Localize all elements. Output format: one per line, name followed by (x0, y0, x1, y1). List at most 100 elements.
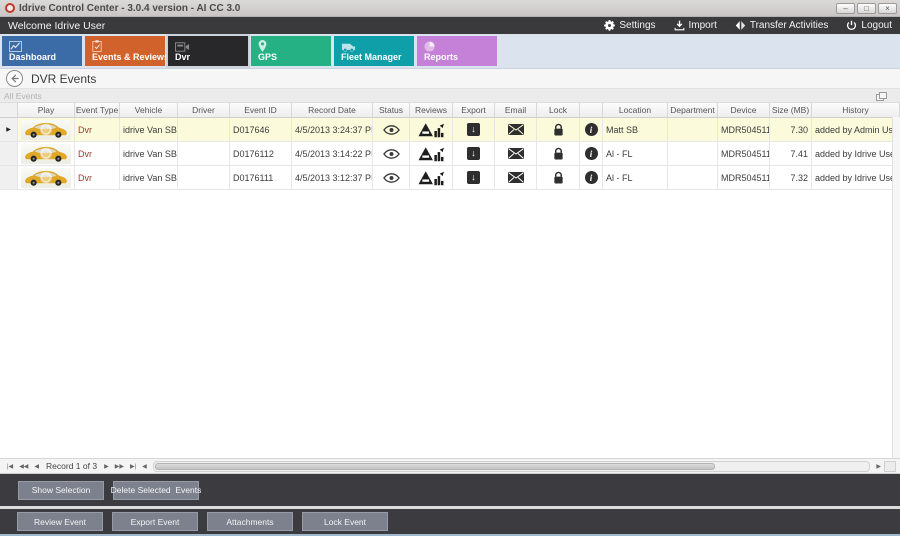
column-header-reviews[interactable]: Reviews (410, 103, 453, 117)
back-button[interactable] (6, 70, 23, 87)
next-record-button[interactable]: ▶ (101, 463, 112, 470)
table-row[interactable]: Dvr idrive Van SB D0176111 4/5/2013 3:12… (0, 166, 900, 190)
column-header-driver[interactable]: Driver (178, 103, 230, 117)
attachments-button[interactable]: Attachments (207, 512, 293, 531)
envelope-icon (508, 148, 524, 159)
horizontal-scrollbar-thumb[interactable] (155, 463, 715, 470)
column-header-lock[interactable]: Lock (537, 103, 580, 117)
vertical-scrollbar[interactable] (892, 117, 900, 458)
column-header-location[interactable]: Location (603, 103, 668, 117)
vehicle-cell: idrive Van SB (120, 118, 178, 141)
reviews-cell[interactable] (410, 142, 453, 165)
prev-page-button[interactable]: ◀◀ (16, 463, 31, 470)
record-navigator: |◀ ◀◀ ◀ Record 1 of 3 ▶ ▶▶ ▶| ◀ ▶ (0, 458, 900, 474)
info-cell[interactable]: i (580, 166, 603, 189)
status-cell[interactable] (373, 166, 410, 189)
padlock-icon (553, 171, 564, 184)
tab-fleet-manager[interactable]: Fleet Manager (334, 36, 414, 66)
column-header-record-date[interactable]: Record Date (292, 103, 373, 117)
vehicle-video-thumbnail[interactable] (21, 120, 71, 140)
review-event-button[interactable]: Review Event (17, 512, 103, 531)
selection-action-panel: Show Selection Delete Selected Events (0, 474, 900, 506)
tab-gps[interactable]: GPS (251, 36, 331, 66)
play-cell[interactable] (18, 166, 75, 189)
transfer-arrows-icon (735, 20, 746, 31)
download-icon: ↓ (467, 147, 480, 160)
lock-cell[interactable] (537, 166, 580, 189)
delete-selected-events-button[interactable]: Delete Selected Events (113, 481, 199, 500)
maximize-button[interactable]: □ (857, 3, 876, 14)
column-header-vehicle[interactable]: Vehicle (120, 103, 178, 117)
eye-icon (383, 149, 400, 159)
van-icon (341, 39, 414, 51)
download-icon: ↓ (467, 171, 480, 184)
tab-label: Dashboard (9, 52, 56, 62)
column-header-size[interactable]: Size (MB) (770, 103, 812, 117)
scrollbar-corner (884, 461, 896, 472)
minimize-button[interactable]: – (836, 3, 855, 14)
vehicle-video-thumbnail[interactable] (21, 144, 71, 164)
status-cell[interactable] (373, 142, 410, 165)
tab-label: Events & Reviews (92, 52, 169, 62)
close-button[interactable]: × (878, 3, 897, 14)
column-header-device[interactable]: Device (718, 103, 770, 117)
next-page-button[interactable]: ▶▶ (112, 463, 127, 470)
column-header-play[interactable]: Play (18, 103, 75, 117)
info-icon: i (585, 123, 598, 136)
export-grid-icon[interactable] (876, 92, 886, 100)
email-cell[interactable] (495, 166, 537, 189)
department-cell (668, 166, 718, 189)
scroll-left-arrow[interactable]: ◀ (139, 463, 150, 470)
export-cell[interactable]: ↓ (453, 118, 495, 141)
column-header-event-type[interactable]: Event Type (75, 103, 120, 117)
horizontal-scrollbar[interactable] (153, 461, 871, 472)
event-type-cell: Dvr (75, 142, 120, 165)
info-cell[interactable]: i (580, 142, 603, 165)
column-header-event-id[interactable]: Event ID (230, 103, 292, 117)
column-header-department[interactable]: Department (668, 103, 718, 117)
export-event-button[interactable]: Export Event (112, 512, 198, 531)
driver-cell (178, 142, 230, 165)
welcome-text: Welcome Idrive User (8, 20, 604, 32)
column-header-status[interactable]: Status (373, 103, 410, 117)
show-selection-button[interactable]: Show Selection (18, 481, 104, 500)
review-score-icon (418, 146, 445, 162)
logout-button[interactable]: Logout (846, 20, 892, 31)
email-cell[interactable] (495, 118, 537, 141)
lock-event-button[interactable]: Lock Event (302, 512, 388, 531)
transfer-activities-button[interactable]: Transfer Activities (735, 20, 829, 31)
reviews-cell[interactable] (410, 118, 453, 141)
settings-button[interactable]: Settings (604, 20, 655, 31)
scroll-right-arrow[interactable]: ▶ (873, 463, 884, 470)
status-cell[interactable] (373, 118, 410, 141)
first-record-button[interactable]: |◀ (4, 463, 16, 470)
column-header-export[interactable]: Export (453, 103, 495, 117)
tab-reports[interactable]: Reports (417, 36, 497, 66)
lock-cell[interactable] (537, 118, 580, 141)
table-row[interactable]: Dvr idrive Van SB D0176112 4/5/2013 3:14… (0, 142, 900, 166)
tab-dashboard[interactable]: Dashboard (2, 36, 82, 66)
download-icon: ↓ (467, 123, 480, 136)
export-cell[interactable]: ↓ (453, 166, 495, 189)
last-record-button[interactable]: ▶| (127, 463, 139, 470)
play-cell[interactable] (18, 142, 75, 165)
lock-cell[interactable] (537, 142, 580, 165)
app-window: Idrive Control Center - 3.0.4 version - … (0, 0, 900, 536)
info-cell[interactable]: i (580, 118, 603, 141)
import-button[interactable]: Import (674, 20, 717, 31)
column-header-history[interactable]: History (812, 103, 900, 117)
padlock-icon (553, 123, 564, 136)
tab-dvr[interactable]: Dvr (168, 36, 248, 66)
table-row[interactable]: ▶ Dvr idrive Van SB D017646 4/5/2013 3:2… (0, 118, 900, 142)
column-header-email[interactable]: Email (495, 103, 537, 117)
reviews-cell[interactable] (410, 166, 453, 189)
email-cell[interactable] (495, 142, 537, 165)
menu-bar: Welcome Idrive User Settings Import Tran… (0, 17, 900, 34)
export-cell[interactable]: ↓ (453, 142, 495, 165)
prev-record-button[interactable]: ◀ (31, 463, 42, 470)
history-cell: added by Admin User on loca (812, 118, 900, 141)
map-pin-icon (258, 39, 331, 51)
tab-events-reviews[interactable]: Events & Reviews (85, 36, 165, 66)
vehicle-video-thumbnail[interactable] (21, 168, 71, 188)
play-cell[interactable] (18, 118, 75, 141)
